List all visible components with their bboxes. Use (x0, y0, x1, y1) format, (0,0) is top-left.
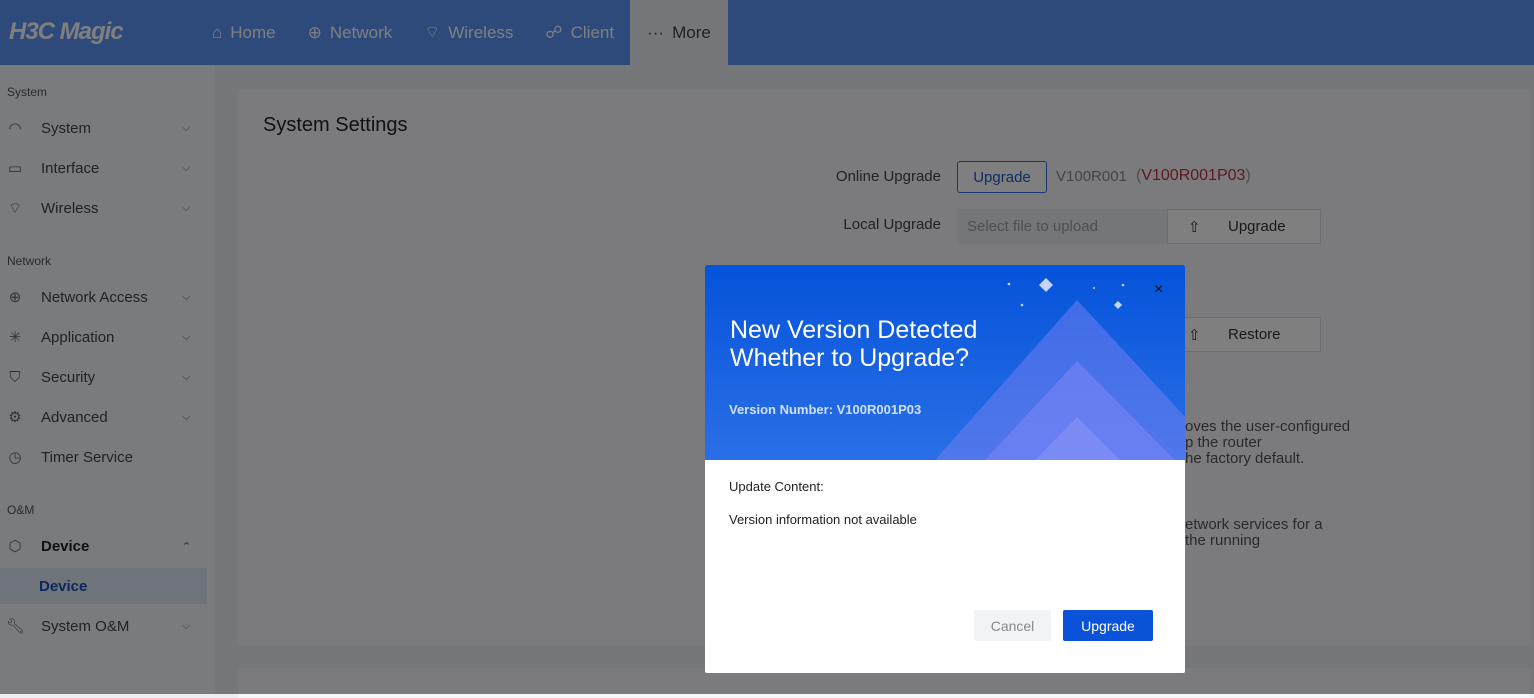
dialog-header: × New Version Detected Whether to Upgrade… (705, 265, 1185, 460)
update-content-text: Version information not available (729, 512, 917, 527)
update-content-label: Update Content: (729, 479, 824, 494)
dialog-title: New Version Detected Whether to Upgrade? (730, 316, 977, 372)
title-line: New Version Detected (730, 316, 978, 344)
upgrade-dialog: × New Version Detected Whether to Upgrade… (705, 265, 1185, 673)
upgrade-button[interactable]: Upgrade (1063, 610, 1153, 641)
title-line: Whether to Upgrade? (730, 344, 970, 372)
version-number: Version Number: V100R001P03 (729, 402, 922, 417)
cancel-button[interactable]: Cancel (974, 610, 1051, 641)
close-icon[interactable]: × (1154, 281, 1163, 299)
